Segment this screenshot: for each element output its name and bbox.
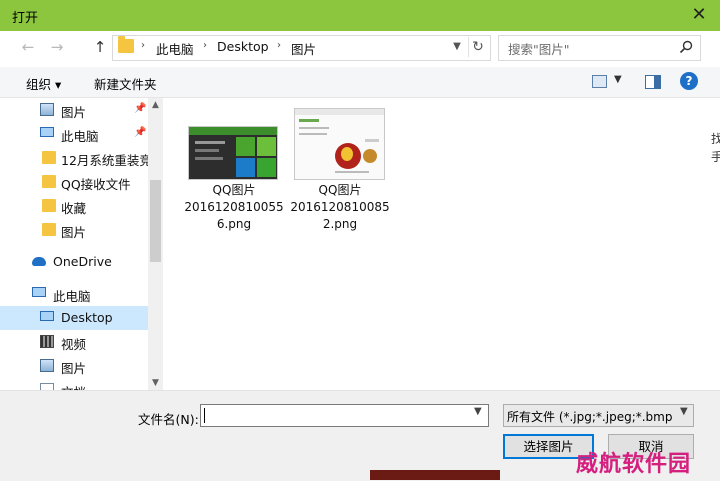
sidebar-item-favorites[interactable]: 收藏 [0,194,148,218]
sidebar-item-label: OneDrive [53,254,112,269]
computer-icon [40,127,54,137]
folder-icon [42,223,56,236]
background-window-edge [370,470,500,480]
sidebar-item-label: 图片 [61,105,87,120]
sidebar-item-desktop[interactable]: Desktop [0,306,148,330]
sidebar-item-pictures-folder[interactable]: 图片 [0,218,148,242]
file-item[interactable]: QQ图片 2016120810085 2.png [290,104,390,234]
breadcrumb-desktop[interactable]: Desktop [217,39,269,54]
folder-icon [42,151,56,164]
file-name: QQ图片 2016120810055 6.png [184,183,284,231]
document-icon [40,383,54,390]
back-button[interactable]: ← [18,37,38,57]
pin-icon: 📌 [134,103,147,114]
sidebar-item-pictures-quick[interactable]: 图片 📌 [0,98,148,122]
sidebar-item-label: 图片 [61,361,87,376]
window-title: 打开 [12,11,39,26]
filename-label: 文件名(N): [138,412,199,427]
help-icon[interactable]: ? [680,72,698,90]
sidebar-item-onedrive[interactable]: OneDrive [0,250,148,274]
sidebar-item-label: 此电脑 [61,129,99,144]
filename-input[interactable] [200,404,489,427]
search-icon[interactable] [678,39,694,55]
search-placeholder: 搜索"图片" [508,42,570,57]
watermark: 威航软件园 [576,451,692,477]
sidebar-item-label: 收藏 [61,201,87,216]
folder-icon [42,175,56,188]
cloud-icon [32,257,46,266]
sidebar-item-label: Desktop [61,310,113,325]
sidebar-item-pictures[interactable]: 图片 [0,354,148,378]
breadcrumb-separator: › [203,40,207,51]
file-thumbnail [294,108,385,180]
chevron-down-icon[interactable]: ▼ [680,406,688,417]
close-button[interactable]: ✕ [686,3,712,27]
sidebar-item-label: 12月系统重装竞 [61,153,152,168]
sidebar-item-this-pc-quick[interactable]: 此电脑 📌 [0,122,148,146]
chevron-down-icon[interactable]: ▼ [474,406,482,417]
file-name: QQ图片 2016120810085 2.png [290,183,390,231]
new-folder-button[interactable]: 新建文件夹 [94,74,157,93]
folder-icon [118,36,134,53]
video-icon [40,335,54,348]
preview-pane-icon[interactable] [645,75,661,89]
chevron-down-icon[interactable]: ▼ [449,37,465,57]
text-caret [204,408,205,423]
pin-icon: 📌 [134,127,147,138]
sidebar-item-folder-reinstall[interactable]: 12月系统重装竞 [0,146,152,170]
view-dropdown[interactable]: ▼ [614,74,622,85]
folder-icon [42,199,56,212]
scrollbar-thumb[interactable] [150,180,161,262]
view-options-icon[interactable] [592,75,607,88]
sidebar-item-this-pc[interactable]: 此电脑 [0,282,148,306]
pictures-icon [40,103,54,116]
breadcrumb-separator: › [277,40,281,51]
breadcrumb-separator: › [141,40,145,51]
refresh-icon[interactable]: ↻ [468,37,487,57]
file-type-value: 所有文件 (*.jpg;*.jpeg;*.bmp;*. [507,410,673,424]
sidebar-item-label: QQ接收文件 [61,177,131,192]
up-button[interactable]: ↑ [90,37,110,57]
title-bar [0,0,720,31]
file-item[interactable]: QQ图片 2016120810055 6.png [184,104,284,234]
file-thumbnail [188,126,278,180]
scroll-up-icon[interactable]: ▲ [148,98,163,112]
breadcrumb-pictures[interactable]: 图片 [291,39,316,58]
sidebar-item-documents[interactable]: 文档 [0,378,148,390]
organize-button[interactable]: 组织 ▾ [26,74,61,93]
sidebar-item-videos[interactable]: 视频 [0,330,148,354]
desktop-icon [40,311,54,321]
sidebar-item-label: 视频 [61,337,87,352]
background-text: 找 手 [711,132,720,164]
computer-icon [32,287,46,297]
forward-button[interactable]: → [47,37,67,57]
sidebar-item-label: 此电脑 [53,289,91,304]
scroll-down-icon[interactable]: ▼ [148,376,163,390]
breadcrumb-this-pc[interactable]: 此电脑 [156,39,194,58]
sidebar-item-label: 图片 [61,225,87,240]
sidebar-item-qq-received[interactable]: QQ接收文件 [0,170,148,194]
sidebar-item-label: 文档 [61,382,86,390]
pictures-icon [40,359,54,372]
